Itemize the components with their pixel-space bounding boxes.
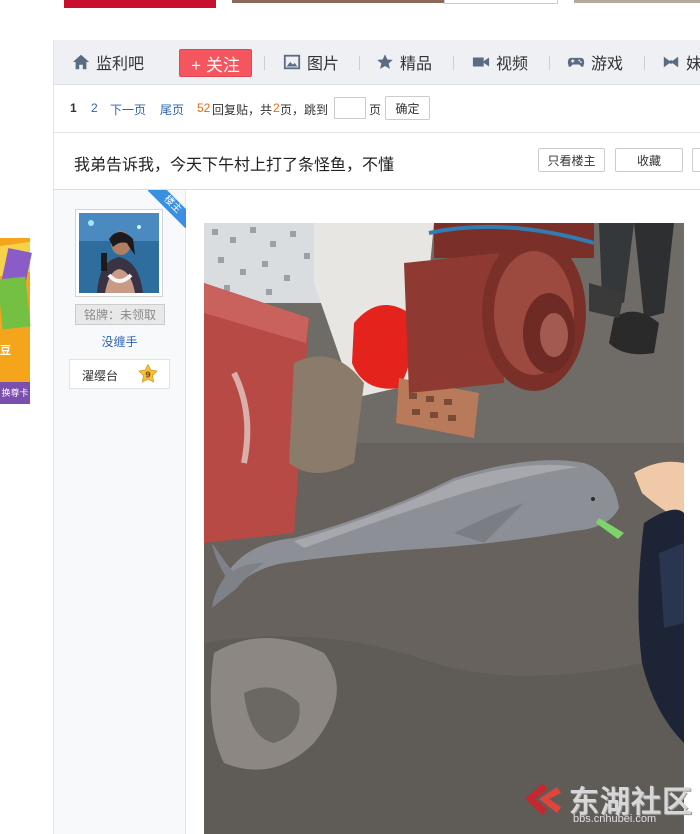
- only-author-button[interactable]: 只看楼主: [538, 148, 605, 172]
- home-icon: [72, 54, 90, 70]
- gamepad-icon: [567, 57, 585, 67]
- pagination-bar: 1 2 下一页 尾页 52 回复贴，共 2 页，跳到 页 确定: [54, 85, 700, 133]
- jump-page-input[interactable]: [334, 97, 366, 119]
- nav-item-video[interactable]: 视频: [472, 40, 528, 84]
- site-watermark: 东湖社区 bbs.cnhubei.com: [517, 777, 693, 827]
- post-photo: [204, 223, 684, 834]
- nav-item-images[interactable]: 图片: [283, 40, 339, 84]
- avatar-image: [79, 213, 159, 293]
- user-level[interactable]: 濯缨台 9: [69, 359, 170, 389]
- nav-divider: [644, 56, 645, 70]
- nav-divider: [549, 56, 550, 70]
- forum-navbar: 监利吧 + 关注 图片 精品 视频 游戏 妹: [54, 40, 700, 85]
- level-star-icon: 9: [138, 364, 158, 383]
- watermark-logo-icon: [525, 783, 561, 815]
- nav-item-girls[interactable]: 妹: [662, 40, 700, 84]
- bow-icon: [663, 56, 679, 68]
- star-icon: [377, 54, 393, 69]
- side-ad-footer: 换尊卡: [0, 382, 30, 404]
- side-ad[interactable]: 豆 换尊卡: [0, 238, 32, 404]
- jump-confirm-button[interactable]: 确定: [385, 96, 430, 120]
- side-ad-card-green: [0, 276, 31, 330]
- nav-item-label: 精品: [400, 56, 433, 73]
- author-name[interactable]: 没缠手: [54, 333, 185, 350]
- page-current: 1: [70, 101, 77, 115]
- nav-item-label: 图片: [307, 56, 340, 73]
- author-column: 铭牌：未领取 没缠手 濯缨台 9: [54, 190, 186, 834]
- nav-item-label: 视频: [496, 56, 529, 73]
- forum-name: 监利吧: [96, 56, 145, 73]
- nav-divider: [453, 56, 454, 70]
- video-icon: [472, 57, 490, 67]
- louzhu-ribbon: 楼主: [148, 190, 186, 228]
- thread-title: 我弟告诉我，今天下午村上打了条怪鱼，不懂: [74, 157, 395, 174]
- level-name: 濯缨台: [82, 369, 119, 383]
- reply-text: 回复贴，共: [212, 103, 273, 117]
- nav-item-games[interactable]: 游戏: [567, 40, 623, 84]
- nav-divider: [264, 56, 265, 70]
- image-icon: [283, 54, 301, 70]
- nav-item-label: 妹: [686, 56, 700, 73]
- follow-button[interactable]: + 关注: [179, 49, 252, 77]
- main-column: 监利吧 + 关注 图片 精品 视频 游戏 妹 1 2 下一页 尾页 52 回复贴…: [53, 40, 700, 834]
- reply-count: 52: [197, 101, 211, 115]
- side-ad-text: 豆: [0, 345, 11, 357]
- favorite-button[interactable]: 收藏: [615, 148, 683, 172]
- top-banner-thumb-2[interactable]: [574, 0, 700, 3]
- top-banner-box[interactable]: [444, 0, 558, 4]
- watermark-url: bbs.cnhubei.com: [573, 813, 657, 825]
- post-image[interactable]: [204, 223, 684, 834]
- page-link-2[interactable]: 2: [91, 101, 98, 115]
- forum-home-link[interactable]: 监利吧: [72, 40, 144, 84]
- nav-divider: [359, 56, 360, 70]
- user-badge[interactable]: 铭牌：未领取: [75, 304, 165, 325]
- page-unit: 页: [369, 103, 382, 117]
- total-pages: 2: [273, 101, 280, 115]
- top-banner-thumb[interactable]: [232, 0, 444, 3]
- nav-item-featured[interactable]: 精品: [376, 40, 432, 84]
- more-button[interactable]: [692, 148, 700, 172]
- thread-title-bar: 我弟告诉我，今天下午村上打了条怪鱼，不懂 只看楼主 收藏: [54, 133, 700, 190]
- jump-label: 页，跳到: [280, 103, 329, 117]
- next-page-link[interactable]: 下一页: [110, 101, 146, 118]
- nav-item-label: 游戏: [591, 56, 624, 73]
- top-banner: [64, 0, 700, 8]
- louzhu-label: 楼主: [148, 190, 186, 228]
- level-number: 9: [145, 371, 151, 380]
- last-page-link[interactable]: 尾页: [160, 101, 184, 118]
- top-banner-red-block: [64, 0, 216, 8]
